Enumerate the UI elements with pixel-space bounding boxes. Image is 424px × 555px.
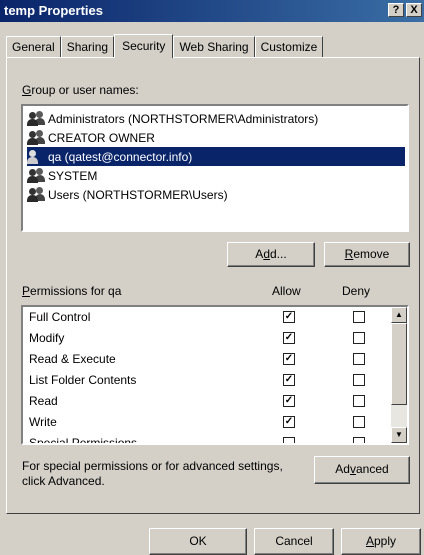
permission-row: Full Control ✓ (29, 307, 389, 328)
permission-row: List Folder Contents ✓ (29, 370, 389, 391)
allow-header: Allow (272, 284, 301, 298)
permission-row: Read ✓ (29, 391, 389, 412)
tab-general[interactable]: General (6, 36, 61, 58)
allow-checkbox[interactable]: ✓ (283, 311, 295, 323)
users-group-icon (27, 129, 45, 146)
group-names-label: Group or user names: (22, 83, 139, 97)
permission-name: List Folder Contents (29, 373, 137, 387)
allow-checkbox[interactable]: ✓ (283, 416, 295, 428)
deny-checkbox[interactable] (353, 416, 365, 428)
user-label: CREATOR OWNER (48, 130, 155, 145)
window-title: temp Properties (4, 3, 103, 18)
tab-security[interactable]: Security (114, 34, 174, 58)
user-list-item-selected[interactable]: qa (qatest@connector.info) (27, 147, 405, 166)
scroll-thumb[interactable] (391, 323, 407, 405)
deny-checkbox[interactable] (353, 395, 365, 407)
allow-checkbox[interactable] (283, 437, 295, 443)
allow-checkbox[interactable]: ✓ (283, 353, 295, 365)
deny-checkbox[interactable] (353, 311, 365, 323)
apply-button[interactable]: Apply (341, 528, 421, 555)
deny-checkbox[interactable] (353, 437, 365, 443)
user-icon (27, 149, 45, 165)
permission-name: Read & Execute (29, 352, 116, 366)
advanced-hint-line: For special permissions or for advanced … (22, 459, 283, 473)
deny-checkbox[interactable] (353, 374, 365, 386)
tab-web-sharing[interactable]: Web Sharing (173, 36, 255, 58)
user-label: Users (NORTHSTORMER\Users) (48, 187, 228, 202)
permission-name: Modify (29, 331, 65, 345)
tab-customize[interactable]: Customize (254, 36, 324, 58)
permission-name: Special Permissions (29, 436, 138, 445)
title-bar: temp Properties ? X (0, 0, 424, 22)
cancel-button[interactable]: Cancel (254, 528, 334, 555)
scroll-down-icon[interactable]: ▼ (391, 427, 407, 443)
permissions-list: Full Control ✓ Modify ✓ Read & Execute ✓… (21, 305, 409, 445)
deny-checkbox[interactable] (353, 353, 365, 365)
deny-checkbox[interactable] (353, 332, 365, 344)
permissions-scrollbar[interactable]: ▲ ▼ (391, 307, 407, 443)
ok-button[interactable]: OK (149, 528, 247, 555)
users-group-icon (27, 110, 45, 127)
permissions-label: Permissions for qa (22, 284, 122, 298)
permission-row: Modify ✓ (29, 328, 389, 349)
user-label: SYSTEM (48, 168, 98, 183)
permission-row: Read & Execute ✓ (29, 349, 389, 370)
allow-checkbox[interactable]: ✓ (283, 374, 295, 386)
close-button[interactable]: X (406, 3, 422, 17)
deny-header: Deny (342, 284, 371, 298)
tab-sharing[interactable]: Sharing (60, 36, 115, 58)
add-button[interactable]: Add... (227, 242, 315, 267)
tab-strip: General Sharing Security Web Sharing Cus… (6, 34, 324, 58)
user-label: Administrators (NORTHSTORMER\Administrat… (48, 111, 319, 126)
users-group-icon (27, 186, 45, 203)
user-list[interactable]: Administrators (NORTHSTORMER\Administrat… (21, 104, 409, 232)
user-list-item[interactable]: Users (NORTHSTORMER\Users) (27, 185, 228, 204)
permission-name: Read (29, 394, 58, 408)
advanced-hint: For special permissions or for advanced … (22, 459, 283, 489)
user-list-item[interactable]: Administrators (NORTHSTORMER\Administrat… (27, 109, 318, 128)
remove-button[interactable]: Remove (324, 242, 410, 267)
user-list-item[interactable]: CREATOR OWNER (27, 128, 155, 147)
advanced-button[interactable]: Advanced (314, 456, 410, 484)
advanced-hint-line: click Advanced. (22, 474, 105, 488)
user-label: qa (qatest@connector.info) (48, 149, 193, 164)
permission-row: Write ✓ (29, 412, 389, 433)
permission-name: Write (29, 415, 57, 429)
allow-checkbox[interactable]: ✓ (283, 395, 295, 407)
users-group-icon (27, 167, 45, 184)
allow-checkbox[interactable]: ✓ (283, 332, 295, 344)
help-button[interactable]: ? (388, 3, 404, 17)
permission-name: Full Control (29, 310, 91, 324)
user-list-item[interactable]: SYSTEM (27, 166, 97, 185)
scroll-up-icon[interactable]: ▲ (391, 307, 407, 323)
permission-row: Special Permissions (29, 433, 389, 445)
